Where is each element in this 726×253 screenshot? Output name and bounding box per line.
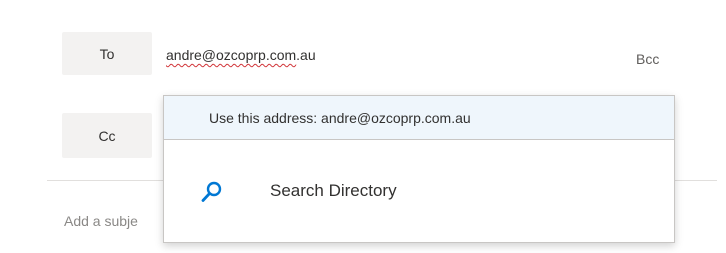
- subject-input[interactable]: Add a subje: [64, 213, 138, 229]
- cc-button-label: Cc: [98, 127, 116, 144]
- to-recipient-input[interactable]: andre@ozcoprp.com.au: [166, 47, 316, 63]
- recipient-suggestions-dropdown: Use this address: andre@ozcoprp.com.au S…: [163, 95, 675, 243]
- search-directory-label: Search Directory: [270, 181, 397, 200]
- to-recipient-suffix: .au: [296, 47, 316, 63]
- search-icon: [200, 180, 224, 204]
- to-recipient-text: andre@ozcoprp.com: [166, 47, 297, 63]
- to-button-label: To: [99, 45, 115, 62]
- compose-recipients-area: To andre@ozcoprp.com.au Bcc Cc Add a sub…: [0, 0, 726, 253]
- to-button[interactable]: To: [62, 32, 152, 75]
- bcc-link[interactable]: Bcc: [636, 51, 659, 67]
- use-this-address-option[interactable]: Use this address: andre@ozcoprp.com.au: [164, 96, 674, 140]
- cc-button[interactable]: Cc: [62, 113, 152, 158]
- search-directory-option[interactable]: Search Directory: [164, 141, 674, 242]
- use-this-address-label: Use this address: andre@ozcoprp.com.au: [209, 109, 471, 126]
